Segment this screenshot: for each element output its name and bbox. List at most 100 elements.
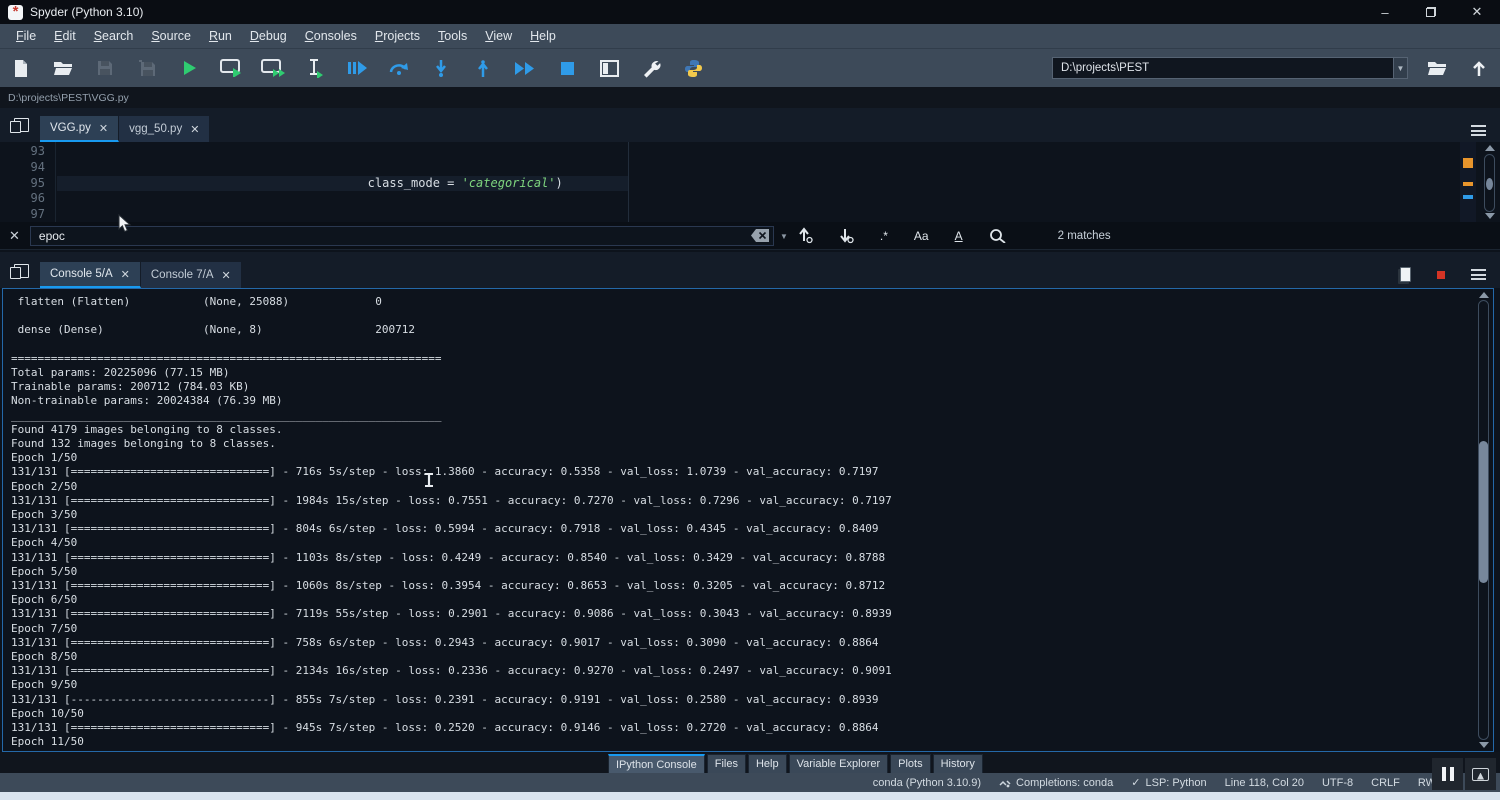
step-into-button[interactable] <box>420 51 462 85</box>
workdir-dropdown-icon[interactable]: ▼ <box>1394 57 1408 79</box>
save-icon <box>97 60 113 76</box>
continue-button[interactable] <box>504 51 546 85</box>
menu-consoles[interactable]: Consoles <box>297 26 365 46</box>
text-cursor <box>428 474 430 486</box>
menu-projects[interactable]: Projects <box>367 26 428 46</box>
find-in-files-icon[interactable] <box>989 228 1006 243</box>
inspect-object-icon[interactable] <box>1400 267 1411 282</box>
editor-scrollbar[interactable] <box>1482 142 1498 222</box>
editor-scroll-thumb[interactable] <box>1486 178 1493 190</box>
ipython-console-pane[interactable]: flatten (Flatten) (None, 25088) 0 dense … <box>2 288 1494 752</box>
editor-pane[interactable]: 93 94 95 96 97 class_mode = 'categorical… <box>0 142 1500 222</box>
preferences-button[interactable] <box>630 51 672 85</box>
search-input[interactable] <box>30 226 774 246</box>
browse-workdir-button[interactable] <box>1416 51 1458 85</box>
find-previous-icon[interactable] <box>798 227 813 244</box>
menu-help[interactable]: Help <box>522 26 564 46</box>
run-cell-button[interactable] <box>210 51 252 85</box>
tab-console-5a[interactable]: Console 5/A ✕ <box>40 262 141 288</box>
console-scroll-thumb[interactable] <box>1479 441 1488 583</box>
close-tab-icon[interactable]: ✕ <box>222 269 231 282</box>
stop-icon <box>561 62 574 75</box>
title-bar: * Spyder (Python 3.10) – ✕ <box>0 0 1500 24</box>
info-flag-icon[interactable] <box>1463 195 1473 199</box>
console-scrollbar[interactable] <box>1476 289 1492 751</box>
menu-file[interactable]: File <box>8 26 44 46</box>
menu-tools[interactable]: Tools <box>430 26 475 46</box>
find-next-icon[interactable] <box>839 227 854 244</box>
search-history-dropdown-icon[interactable]: ▼ <box>780 232 788 241</box>
browse-tabs-icon[interactable] <box>10 118 30 134</box>
scroll-up-icon[interactable] <box>1485 145 1495 151</box>
run-current-line-button[interactable] <box>378 51 420 85</box>
scroll-up-icon[interactable] <box>1479 292 1489 298</box>
open-folder-icon <box>53 60 73 76</box>
warning-flag-icon[interactable] <box>1463 158 1473 168</box>
match-count: 2 matches <box>1058 230 1111 242</box>
clear-search-icon[interactable] <box>751 229 769 242</box>
menu-debug[interactable]: Debug <box>242 26 295 46</box>
pane-tab-variable-explorer[interactable]: Variable Explorer <box>789 754 889 773</box>
minimize-button[interactable]: – <box>1362 0 1408 24</box>
scroll-flag-column <box>1460 142 1476 222</box>
breadcrumb-bar: D:\projects\PEST\VGG.py <box>0 87 1500 108</box>
workdir-parent-button[interactable] <box>1458 51 1500 85</box>
close-tab-icon[interactable]: ✕ <box>121 268 130 281</box>
run-cell-advance-button[interactable] <box>252 51 294 85</box>
recorder-webcam-button[interactable] <box>1465 758 1496 790</box>
tab-console-7a[interactable]: Console 7/A ✕ <box>141 262 242 288</box>
scroll-down-icon[interactable] <box>1485 213 1495 219</box>
python-env-button[interactable] <box>672 51 714 85</box>
close-tab-icon[interactable]: ✕ <box>99 122 108 135</box>
new-file-button[interactable] <box>0 51 42 85</box>
close-tab-icon[interactable]: ✕ <box>190 123 199 136</box>
open-file-button[interactable] <box>42 51 84 85</box>
menu-source[interactable]: Source <box>143 26 199 46</box>
interrupt-kernel-icon[interactable] <box>1437 271 1445 279</box>
maximize-pane-button[interactable] <box>588 51 630 85</box>
run-selection-button[interactable] <box>294 51 336 85</box>
menu-view[interactable]: View <box>477 26 520 46</box>
run-cell-advance-icon <box>261 59 285 77</box>
console-tabbar: Console 5/A ✕ Console 7/A ✕ <box>0 252 1500 288</box>
close-button[interactable]: ✕ <box>1454 0 1500 24</box>
console-options-menu-icon[interactable] <box>1471 269 1486 280</box>
pane-tab-files[interactable]: Files <box>707 754 746 773</box>
debug-file-button[interactable] <box>336 51 378 85</box>
conda-env-status[interactable]: conda (Python 3.10.9) <box>873 777 981 789</box>
menu-search[interactable]: Search <box>86 26 142 46</box>
regex-toggle-icon[interactable]: .* <box>880 229 888 243</box>
mouse-cursor <box>118 214 132 234</box>
editor-options-menu-icon[interactable] <box>1471 125 1486 136</box>
menu-run[interactable]: Run <box>201 26 240 46</box>
warning-flag-icon[interactable] <box>1463 182 1473 186</box>
working-directory-combo[interactable]: D:\projects\PEST <box>1052 57 1394 79</box>
recorder-pause-button[interactable] <box>1432 758 1463 790</box>
menu-edit[interactable]: Edit <box>46 26 84 46</box>
whole-words-toggle-icon[interactable]: A <box>955 229 963 243</box>
close-find-icon[interactable]: ✕ <box>9 228 20 244</box>
save-all-button[interactable] <box>126 51 168 85</box>
pane-tab-ipython-console[interactable]: IPython Console <box>608 754 705 773</box>
step-return-button[interactable] <box>462 51 504 85</box>
case-sensitive-toggle-icon[interactable]: Aa <box>914 229 929 243</box>
pane-tab-plots[interactable]: Plots <box>890 754 930 773</box>
tab-label: Console 5/A <box>50 268 113 280</box>
line-number: 94 <box>0 160 45 176</box>
tab-vgg-50-py[interactable]: vgg_50.py ✕ <box>119 116 210 142</box>
restore-icon <box>1426 7 1436 17</box>
stop-button[interactable] <box>546 51 588 85</box>
code-area[interactable]: class_mode = 'categorical') # fit the mo… <box>57 142 1462 222</box>
tab-label: vgg_50.py <box>129 123 182 135</box>
scroll-down-icon[interactable] <box>1479 742 1489 748</box>
pane-tab-help[interactable]: Help <box>748 754 787 773</box>
browse-tabs-icon[interactable] <box>10 264 30 280</box>
tab-vgg-py[interactable]: VGG.py ✕ <box>40 116 119 142</box>
eol-status: CRLF <box>1371 777 1400 789</box>
lsp-status[interactable]: ✓ LSP: Python <box>1131 776 1206 789</box>
restore-button[interactable] <box>1408 0 1454 24</box>
save-button[interactable] <box>84 51 126 85</box>
completions-status[interactable]: Completions: conda <box>999 777 1113 789</box>
pane-tab-history[interactable]: History <box>933 754 983 773</box>
run-file-button[interactable] <box>168 51 210 85</box>
